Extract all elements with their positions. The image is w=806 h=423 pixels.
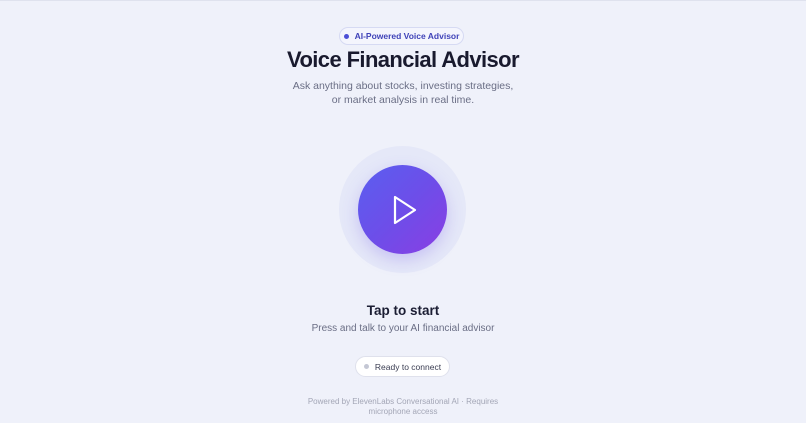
subtitle-line-1: Ask anything about stocks, investing str… [292,80,514,92]
badge-dot-icon [343,33,349,39]
footer-line-1: Powered by ElevenLabs Conversational AI … [307,397,499,406]
page-subtitle: Ask anything about stocks, investing str… [0,79,806,107]
tap-to-start-heading: Tap to start [366,303,440,318]
badge-label: AI-Powered Voice Advisor [354,31,460,41]
tap-to-start-subtitle: Press and talk to your AI financial advi… [311,323,495,334]
footer-note: Powered by ElevenLabs Conversational AI … [0,397,806,417]
play-icon [393,195,416,224]
page-title: Voice Financial Advisor [287,47,520,72]
voice-advisor-page: AI-Powered Voice Advisor Voice Financial… [0,0,806,423]
status-label: Ready to connect [374,361,442,372]
connection-status-badge: Ready to connect [355,356,450,377]
ai-powered-badge: AI-Powered Voice Advisor [339,27,464,45]
subtitle-line-2: or market analysis in real time. [331,94,475,106]
status-dot-icon [363,364,369,369]
start-voice-button[interactable] [358,165,447,254]
footer-line-2: microphone access [368,407,438,416]
